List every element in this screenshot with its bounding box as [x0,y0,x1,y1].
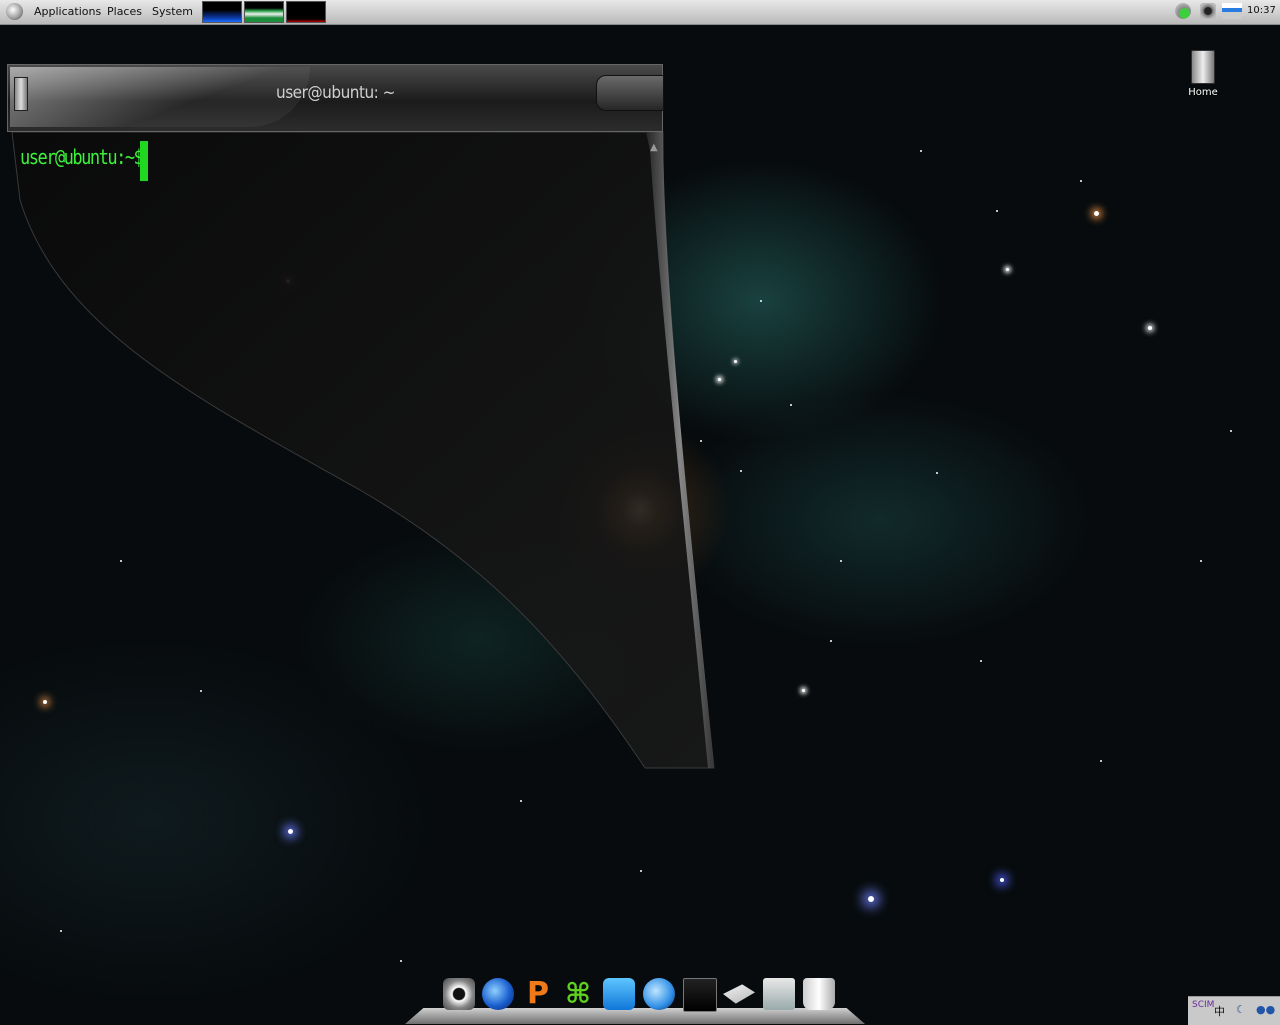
keyboard-icon[interactable]: ●● [1256,1003,1275,1016]
terminal-window: user@ubuntu: ~ user@ubuntu:~$ ▲ [0,0,1280,1024]
terminal-titlebar[interactable]: user@ubuntu: ~ [7,64,664,132]
pidgin-icon[interactable]: P [522,978,554,1010]
terminal-curl-body [11,131,715,769]
trash-icon[interactable] [803,978,835,1010]
terminal-prompt: user@ubuntu:~$ [20,146,144,170]
settings-icon[interactable] [763,978,795,1010]
window-controls-button[interactable] [596,75,664,111]
browser-icon[interactable] [482,978,514,1010]
bottom-panel-tray: SCIM 中 ☾ ●● [1188,996,1280,1025]
scroll-up-arrow-icon[interactable]: ▲ [650,142,660,162]
writer-icon[interactable] [603,978,635,1010]
terminal-cursor [140,141,148,181]
moon-icon[interactable]: ☾ [1236,1003,1246,1016]
dock-shelf [405,1008,865,1024]
video-chat-icon[interactable] [643,978,675,1010]
terminal-icon[interactable] [683,978,717,1012]
ime-language-indicator[interactable]: 中 [1214,1003,1225,1019]
camera-icon[interactable] [443,978,475,1010]
scim-indicator[interactable]: SCIM [1192,1000,1214,1010]
titlebar-gloss [10,67,310,127]
xchat-icon[interactable]: ⌘ [562,978,594,1010]
window-title: user@ubuntu: ~ [276,83,395,103]
window-menu-icon[interactable] [14,77,28,111]
